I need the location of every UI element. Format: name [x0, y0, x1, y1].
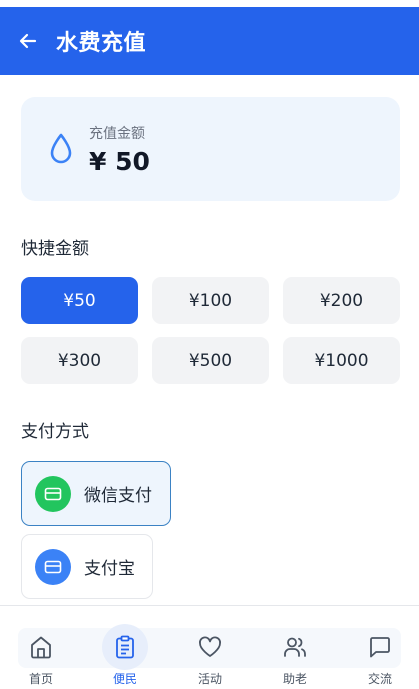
- nav-label-services: 便民: [112, 672, 137, 686]
- app-header: 水费充值: [0, 7, 419, 75]
- card-icon: [44, 560, 62, 573]
- amount-option-50[interactable]: ¥50: [21, 277, 138, 324]
- quick-amount-title: 快捷金额: [21, 239, 89, 259]
- nav-item-activities[interactable]: 活动: [180, 606, 240, 689]
- nav-label-elderly-care: 助老: [282, 672, 307, 686]
- amount-option-500[interactable]: ¥500: [152, 337, 269, 384]
- nav-item-elderly-care[interactable]: 助老: [265, 606, 325, 689]
- nav-label-activities: 活动: [197, 672, 222, 686]
- recharge-amount-card: 充值金额 ¥ 50: [21, 97, 400, 201]
- amount-label: 充值金额: [89, 125, 145, 142]
- clipboard-icon: [116, 635, 134, 659]
- page-title: 水费充值: [56, 31, 147, 56]
- nav-item-chat[interactable]: 交流: [350, 606, 410, 689]
- users-icon: [284, 637, 306, 657]
- payment-method-title: 支付方式: [21, 422, 89, 442]
- amount-option-300[interactable]: ¥300: [21, 337, 138, 384]
- amount-option-1000[interactable]: ¥1000: [283, 337, 400, 384]
- nav-item-services[interactable]: 便民: [95, 606, 155, 689]
- alipay-badge: [35, 548, 71, 585]
- heart-icon: [199, 636, 221, 657]
- amount-option-200[interactable]: ¥200: [283, 277, 400, 324]
- amount-value: ¥ 50: [89, 146, 150, 176]
- chat-icon: [370, 637, 390, 658]
- wechat-pay-badge: [35, 475, 71, 512]
- payment-option-wechat[interactable]: 微信支付: [21, 461, 171, 526]
- amount-option-100[interactable]: ¥100: [152, 277, 269, 324]
- nav-item-home[interactable]: 首页: [11, 606, 71, 689]
- payment-option-label: 微信支付: [84, 486, 152, 506]
- nav-label-chat: 交流: [367, 672, 392, 686]
- back-button[interactable]: [16, 29, 40, 53]
- arrow-left-icon: [19, 33, 37, 49]
- card-icon: [44, 487, 62, 500]
- home-icon: [31, 636, 51, 659]
- payment-option-label: 支付宝: [84, 559, 135, 579]
- water-drop-icon: [50, 133, 72, 164]
- bottom-nav: 首页 便民 活动 助老 交流: [0, 605, 419, 689]
- nav-label-home: 首页: [28, 672, 53, 686]
- payment-option-alipay[interactable]: 支付宝: [21, 534, 153, 599]
